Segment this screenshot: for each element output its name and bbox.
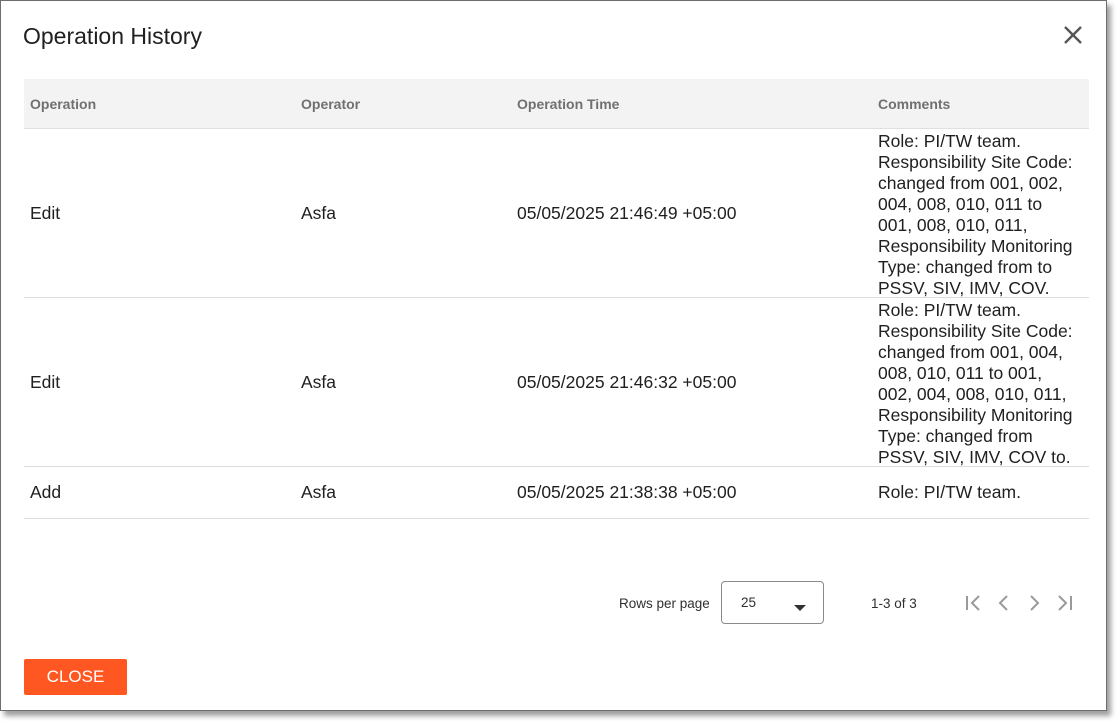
history-table: Operation Operator Operation Time Commen… — [24, 79, 1089, 519]
table-row: Edit Asfa 05/05/2025 21:46:32 +05:00 Rol… — [24, 298, 1089, 467]
comment-line: Responsibility Site Code: — [878, 321, 1073, 341]
comment-line: changed from 001, 004, — [878, 342, 1063, 362]
comment-line: Type: changed from — [878, 426, 1033, 446]
column-header-operation[interactable]: Operation — [30, 96, 96, 112]
close-icon[interactable] — [1059, 21, 1087, 49]
column-header-comments[interactable]: Comments — [878, 96, 950, 112]
dialog-title: Operation History — [23, 23, 202, 49]
page-range-text: 1-3 of 3 — [871, 596, 917, 611]
operation-time-cell: 05/05/2025 21:38:38 +05:00 — [517, 482, 737, 502]
comment-line: changed from 001, 002, — [878, 173, 1063, 193]
comment-line: 008, 010, 011 to 001, — [878, 363, 1043, 383]
next-page-icon[interactable] — [1023, 592, 1045, 614]
pagination-bar: Rows per page 25 1-3 of 3 — [1, 581, 1106, 627]
rows-per-page-value: 25 — [741, 595, 757, 610]
operation-time-cell: 05/05/2025 21:46:49 +05:00 — [517, 202, 737, 223]
comment-line: 004, 008, 010, 011 to — [878, 194, 1043, 214]
comments-cell: Role: PI/TW team. Responsibility Site Co… — [878, 129, 1088, 298]
comment-line: 002, 004, 008, 010, 011, — [878, 384, 1067, 404]
operation-time-cell: 05/05/2025 21:46:32 +05:00 — [517, 371, 737, 392]
comment-line: Responsibility Site Code: — [878, 152, 1073, 172]
operation-cell: Edit — [30, 202, 61, 223]
table-row: Add Asfa 05/05/2025 21:38:38 +05:00 Role… — [24, 467, 1089, 519]
comment-line: PSSV, SIV, IMV, COV to. — [878, 447, 1071, 467]
operator-cell: Asfa — [301, 371, 337, 392]
column-header-operator[interactable]: Operator — [301, 96, 360, 112]
operator-cell: Asfa — [301, 202, 337, 223]
column-header-operation-time[interactable]: Operation Time — [517, 96, 619, 112]
close-button[interactable]: CLOSE — [24, 659, 127, 695]
comment-line: Role: PI/TW team. — [878, 300, 1021, 320]
comment-line: PSSV, SIV, IMV, COV. — [878, 278, 1050, 298]
comment-line: Responsibility Monitoring — [878, 236, 1073, 256]
operation-cell: Edit — [30, 371, 61, 392]
rows-per-page-select[interactable]: 25 — [721, 581, 824, 624]
comment-line: Role: PI/TW team. — [878, 131, 1021, 151]
caret-down-icon — [793, 599, 807, 617]
operation-cell: Add — [30, 482, 62, 502]
operator-cell: Asfa — [301, 482, 337, 502]
last-page-icon[interactable] — [1053, 592, 1075, 614]
comment-line: Type: changed from to — [878, 257, 1053, 277]
table-row: Edit Asfa 05/05/2025 21:46:49 +05:00 Rol… — [24, 129, 1089, 298]
rows-per-page-label: Rows per page — [619, 596, 710, 611]
comment-line: Role: PI/TW team. — [878, 482, 1021, 502]
operation-history-dialog: Operation History Operation Operator Ope… — [0, 0, 1107, 711]
previous-page-icon[interactable] — [993, 592, 1015, 614]
table-header: Operation Operator Operation Time Commen… — [24, 79, 1089, 129]
first-page-icon[interactable] — [963, 592, 985, 614]
comments-cell: Role: PI/TW team. Responsibility Site Co… — [878, 298, 1088, 467]
comment-line: 001, 008, 010, 011, — [878, 215, 1028, 235]
comment-line: Responsibility Monitoring — [878, 405, 1073, 425]
comments-cell: Role: PI/TW team. — [878, 467, 1088, 518]
